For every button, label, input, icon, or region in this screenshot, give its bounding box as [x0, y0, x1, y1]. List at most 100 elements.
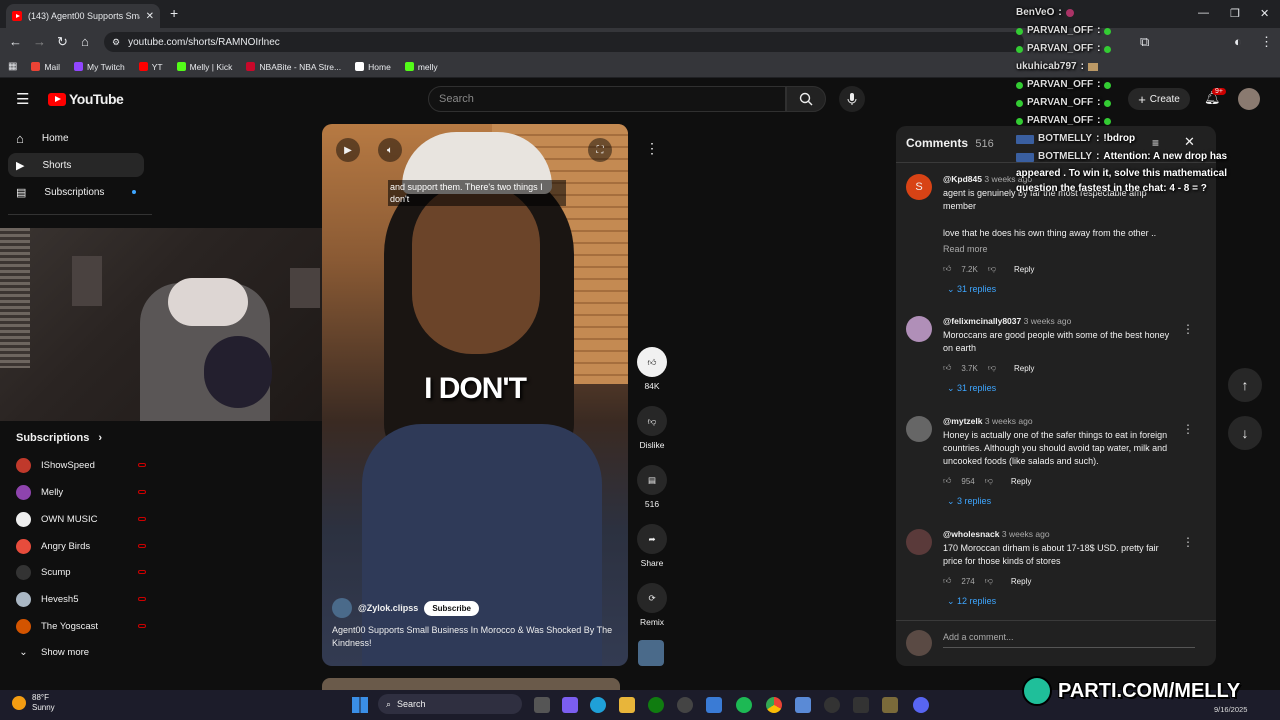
home-icon[interactable]: ⌂	[81, 34, 89, 49]
like-icon[interactable]: 👍︎	[943, 476, 951, 486]
subscription-item[interactable]: OWN MUSIC	[16, 509, 146, 529]
bookmark-melly[interactable]: melly	[404, 62, 438, 72]
emote-icon	[1065, 9, 1074, 17]
comment-avatar[interactable]: S	[906, 174, 932, 200]
channel-avatar	[16, 591, 31, 607]
file-explorer-icon[interactable]	[619, 697, 635, 713]
media-icon[interactable]	[824, 697, 840, 713]
store-icon[interactable]	[706, 697, 722, 713]
new-tab-icon[interactable]: +	[170, 5, 178, 21]
channel-avatar[interactable]	[332, 598, 352, 618]
more-options-icon[interactable]: ⋮	[645, 140, 659, 157]
comment-avatar[interactable]	[906, 316, 932, 342]
shorts-icon: ▶	[16, 159, 25, 172]
comment-menu-icon[interactable]: ⋮	[1182, 422, 1194, 436]
discord-icon[interactable]	[913, 697, 929, 713]
voice-search-button[interactable]	[839, 86, 865, 112]
sidebar-item-shorts[interactable]: ▶ Shorts	[8, 153, 144, 177]
dislike-icon[interactable]: 👎︎	[985, 576, 993, 586]
comment-menu-icon[interactable]: ⋮	[1182, 535, 1194, 549]
dislike-icon[interactable]: 👎︎	[985, 476, 993, 486]
xbox-icon[interactable]	[648, 697, 664, 713]
comments-button[interactable]: ▤ 516	[636, 465, 668, 509]
reload-icon[interactable]: ↻	[57, 34, 68, 50]
copilot-icon[interactable]	[562, 697, 578, 713]
show-more-button[interactable]: ⌄ Show more	[16, 642, 146, 662]
search-input[interactable]: Search	[428, 86, 786, 112]
share-button[interactable]: ➦ Share	[636, 524, 668, 568]
live-icon	[138, 544, 146, 548]
like-icon[interactable]: 👍︎	[943, 264, 951, 274]
youtube-logo-icon	[48, 92, 66, 106]
app-icon[interactable]	[677, 697, 693, 713]
site-info-icon[interactable]: ⚙	[112, 37, 120, 48]
browser-tab[interactable]: (143) Agent00 Supports Small B ✕	[6, 4, 160, 28]
subscription-item[interactable]: The Yogscast	[16, 616, 146, 636]
replies-toggle[interactable]: ⌄ 12 replies	[947, 596, 1179, 607]
subscribe-button[interactable]: Subscribe	[424, 600, 479, 616]
fullscreen-button[interactable]: ⛶	[588, 138, 612, 162]
like-icon[interactable]: 👍︎	[943, 576, 951, 586]
chrome-icon[interactable]	[766, 697, 782, 713]
read-more-link[interactable]: Read more	[943, 243, 1179, 256]
bookmark-kick[interactable]: Melly | Kick	[176, 62, 232, 72]
windows-start-icon[interactable]	[352, 697, 368, 713]
app-icon[interactable]	[882, 697, 898, 713]
comment-avatar[interactable]	[906, 529, 932, 555]
search-button[interactable]	[786, 86, 826, 112]
play-button[interactable]: ▶	[336, 138, 360, 162]
app-icon[interactable]	[853, 697, 869, 713]
edge-icon[interactable]	[590, 697, 606, 713]
like-icon[interactable]: 👍︎	[943, 363, 951, 373]
replies-toggle[interactable]: ⌄ 3 replies	[947, 496, 1179, 507]
apps-icon[interactable]: ▦	[8, 61, 17, 72]
like-button[interactable]: 👍︎ 84K	[636, 347, 668, 391]
audio-thumbnail[interactable]	[638, 640, 664, 666]
taskview-icon[interactable]	[534, 697, 550, 713]
subscription-item[interactable]: Hevesh5	[16, 589, 146, 609]
sidebar-item-subscriptions[interactable]: ▤ Subscriptions	[8, 180, 144, 204]
replies-toggle[interactable]: ⌄ 31 replies	[947, 284, 1179, 295]
chat-message: BOTMELLY: Attention: A new drop has	[1016, 148, 1280, 166]
bookmark-twitch[interactable]: My Twitch	[74, 62, 125, 72]
bookmark-nbabite[interactable]: NBABite - NBA Stre...	[246, 62, 341, 72]
sidebar-item-home[interactable]: ⌂ Home	[8, 126, 144, 150]
dislike-icon[interactable]: 👎︎	[988, 363, 996, 373]
volume-icon: 🔈︎	[387, 144, 393, 156]
reply-button[interactable]: Reply	[1014, 265, 1034, 274]
subscription-item[interactable]: Melly	[16, 482, 146, 502]
subscription-item[interactable]: Angry Birds	[16, 536, 146, 556]
dislike-icon[interactable]: 👎︎	[988, 264, 996, 274]
hamburger-menu-icon[interactable]: ☰	[16, 90, 29, 108]
reply-button[interactable]: Reply	[1014, 364, 1034, 373]
subscriptions-heading[interactable]: Subscriptions ›	[16, 432, 102, 444]
subscription-item[interactable]: IShowSpeed	[16, 455, 146, 475]
forward-icon[interactable]: →	[33, 34, 46, 49]
comment-menu-icon[interactable]: ⋮	[1182, 322, 1194, 336]
remix-button[interactable]: ⟳ Remix	[636, 583, 668, 627]
volume-button[interactable]: 🔈︎	[378, 138, 402, 162]
youtube-logo[interactable]: YouTube	[48, 91, 124, 107]
photos-icon[interactable]	[795, 697, 811, 713]
weather-widget[interactable]: 88°F Sunny	[12, 693, 55, 713]
emote-icon	[1087, 63, 1098, 71]
spotify-icon[interactable]	[736, 697, 752, 713]
address-bar[interactable]: ⚙ youtube.com/shorts/RAMNOIrlnec	[104, 32, 1024, 52]
reply-button[interactable]: Reply	[1011, 477, 1031, 486]
replies-toggle[interactable]: ⌄ 31 replies	[947, 383, 1179, 394]
add-comment-input[interactable]: Add a comment...	[943, 632, 1195, 648]
bookmark-yt[interactable]: YT	[138, 62, 163, 72]
close-tab-icon[interactable]: ✕	[146, 11, 154, 22]
reply-button[interactable]: Reply	[1011, 577, 1031, 586]
comment-avatar[interactable]	[906, 416, 932, 442]
taskbar-search[interactable]: ⌕ Search	[378, 694, 522, 714]
previous-short-button[interactable]: ↑	[1228, 368, 1262, 402]
bookmark-mail[interactable]: Mail	[31, 62, 60, 72]
next-short-button[interactable]: ↓	[1228, 416, 1262, 450]
bookmark-home[interactable]: Home	[355, 62, 391, 72]
back-icon[interactable]: ←	[9, 34, 22, 49]
dislike-button[interactable]: 👎︎ Dislike	[636, 406, 668, 450]
search-icon: ⌕	[386, 698, 392, 709]
subscription-item[interactable]: Scump	[16, 562, 146, 582]
channel-name[interactable]: @Zylok.clipss	[358, 603, 418, 613]
